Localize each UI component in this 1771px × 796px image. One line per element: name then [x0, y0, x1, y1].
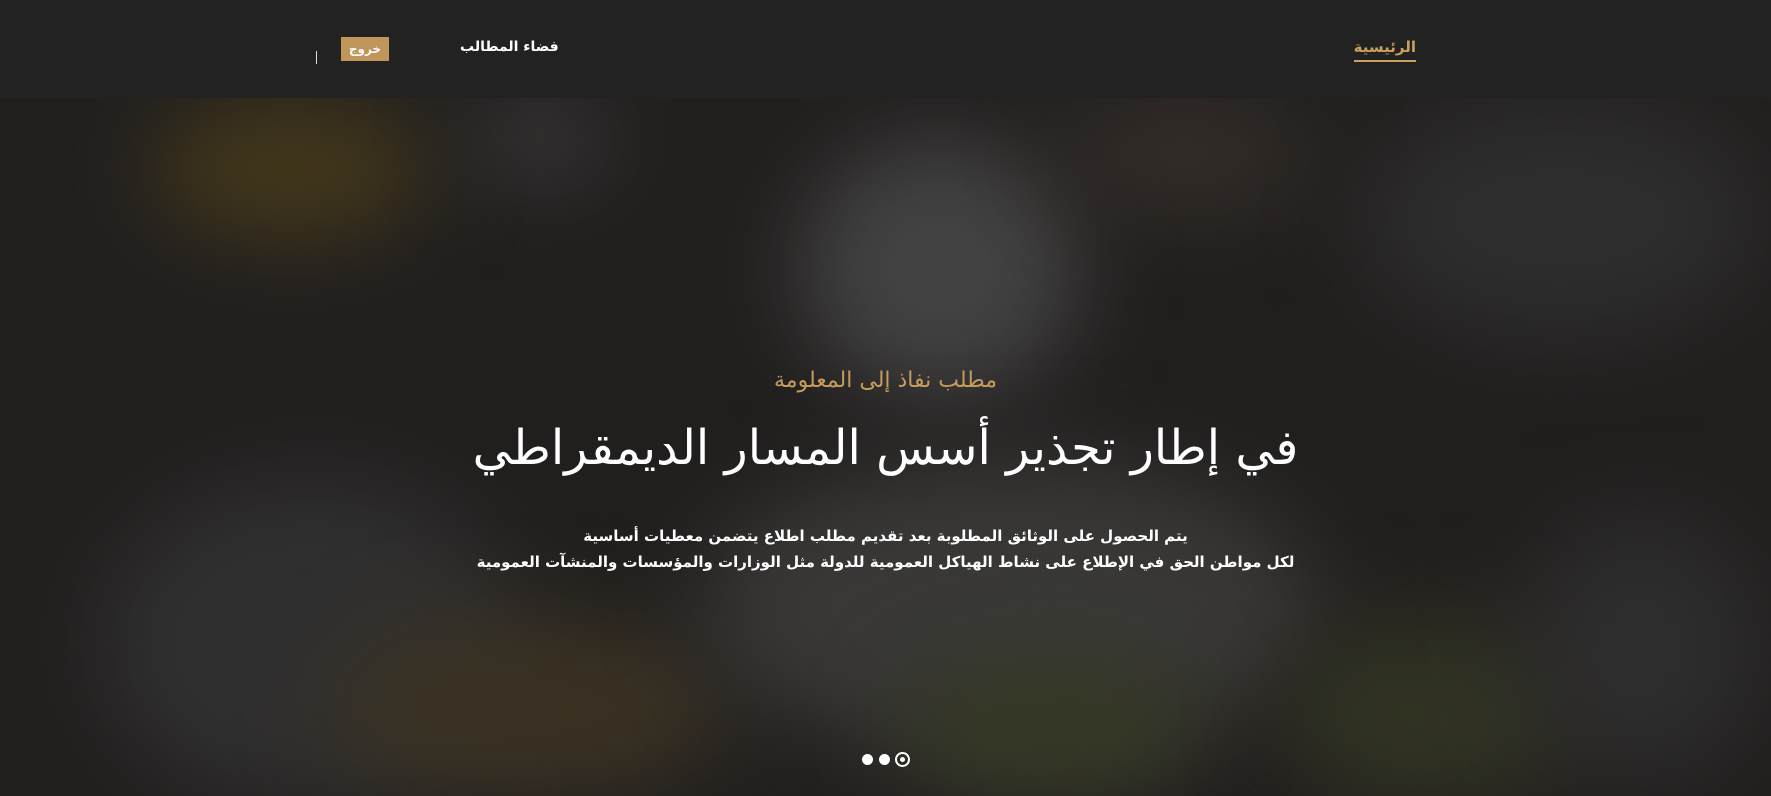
hero-content: مطلب نفاذ إلى المعلومة في إطار تجذير أسس…	[0, 98, 1771, 796]
hero-description-line: لكل مواطن الحق في الإطلاع على نشاط الهيا…	[476, 553, 1295, 571]
nav-link-requests-space[interactable]: فضاء المطالب	[460, 39, 559, 55]
top-navbar: الرئيسية فضاء المطالب خروج	[0, 0, 1771, 98]
hero-slider: مطلب نفاذ إلى المعلومة في إطار تجذير أسس…	[0, 98, 1771, 796]
hero-subtitle: مطلب نفاذ إلى المعلومة	[774, 368, 997, 393]
hero-title: في إطار تجذير أسس المسار الديمقراطي	[472, 420, 1299, 476]
slider-dot-2[interactable]	[879, 754, 890, 765]
slider-dot-1[interactable]	[862, 754, 873, 765]
nav-divider	[316, 51, 317, 64]
slider-dot-3-active[interactable]	[895, 752, 910, 767]
slider-pagination	[862, 752, 910, 768]
logout-button[interactable]: خروج	[341, 37, 389, 61]
hero-description: يتم الحصول على الوثائق المطلوبة بعد تقدي…	[0, 523, 1771, 575]
hero-description-line: يتم الحصول على الوثائق المطلوبة بعد تقدي…	[583, 527, 1188, 545]
nav-link-home[interactable]: الرئيسية	[1353, 38, 1416, 62]
